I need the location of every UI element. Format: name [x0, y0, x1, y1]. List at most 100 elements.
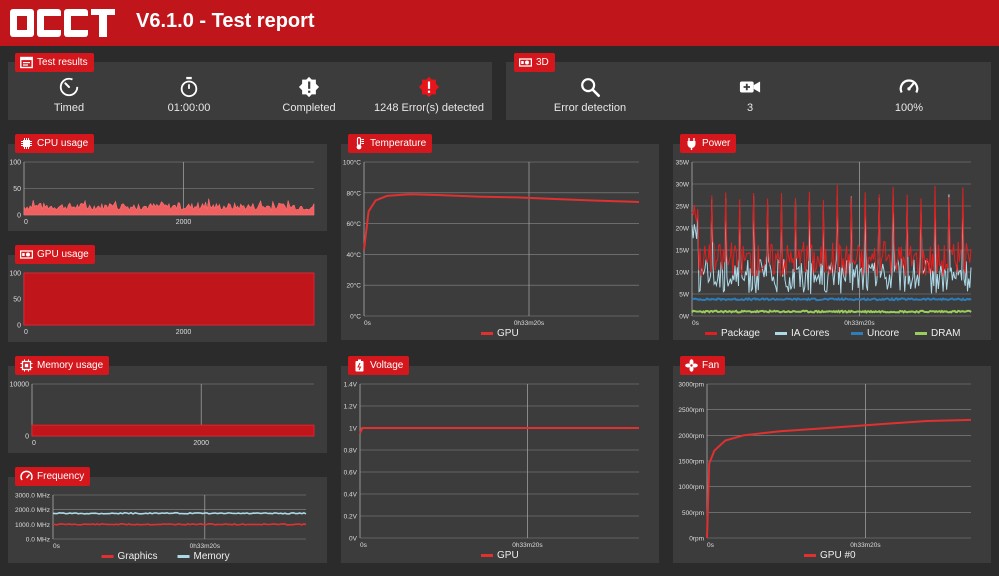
frequency-x-tick-label: 0h33m20s — [190, 543, 221, 550]
power-legend-label: IA Cores — [791, 328, 829, 339]
gpu-series-area — [23, 272, 315, 326]
temperature-x-tick-label: 0s — [364, 320, 372, 327]
power-legend-label: Uncore — [867, 328, 900, 339]
power-legend-swatch — [851, 332, 863, 335]
frequency-y-tick-label: 3000.0 MHz — [15, 493, 50, 500]
temperature-y-tick-label: 80°C — [346, 189, 361, 197]
memory-y-tick-label: 10000 — [10, 382, 30, 389]
stat-mode-label: Timed — [53, 102, 85, 114]
power-y-tick-label: 35W — [676, 160, 690, 167]
temperature-legend-label: GPU — [497, 328, 519, 339]
tag-cpu-usage-label: CPU usage — [37, 138, 89, 149]
timer-icon — [59, 77, 79, 97]
power-y-tick-label: 15W — [676, 248, 690, 255]
tag-memory-usage-label: Memory usage — [37, 360, 104, 371]
voltage-series-line — [359, 427, 639, 434]
stat-mode-3d: Error detection — [525, 76, 655, 114]
temperature-chart: 100°C 80°C 60°C 40°C 20°C 0°C0s 0h33m20sGPU — [343, 159, 640, 339]
memory-usage-panel: 10000 0 0 2000 — [8, 366, 327, 453]
memory-usage-chart: 10000 00 2000 — [10, 382, 315, 447]
tag-memory-usage: Memory usage — [15, 356, 110, 375]
power-x-tick-label: 0s — [692, 320, 700, 327]
fan-icon — [685, 359, 698, 372]
tag-test-results-label: Test results — [37, 57, 88, 68]
voltage-legend-label: GPU — [497, 550, 519, 561]
frequency-icon — [20, 470, 33, 481]
fan-y-tick-label: 1500rpm — [678, 459, 704, 466]
temperature-panel: 100°C 80°C 60°C 40°C 20°C 0°C 0s 0h33m20s GPU — [341, 144, 659, 340]
memory-icon — [20, 359, 33, 372]
voltage-y-tick-label: 1.2V — [344, 404, 358, 411]
fan-legend-label: GPU #0 — [820, 550, 856, 561]
power-legend-swatch — [915, 332, 927, 335]
cpu-y-tick-label: 50 — [13, 186, 21, 193]
stat-shader-label: 3 — [746, 102, 754, 114]
power-y-tick-label: 20W — [676, 226, 690, 233]
voltage-chart: 1.4V 1.2V 1V 0.8V 0.6V 0.4V 0.2V 0V0s 0h33m20sGP… — [344, 382, 639, 561]
memory-y-tick-label: 0 — [25, 434, 29, 441]
cpu-x-tick-label: 0 — [24, 219, 28, 226]
power-legend-label: Package — [721, 328, 760, 339]
report-icon — [20, 56, 33, 69]
gauge-icon — [899, 79, 919, 94]
power-y-tick-label: 5W — [679, 292, 690, 299]
power-chart: 35W 30W 25W 20W 15W 10W 5W 0W0s 0h33m20s Package I… — [676, 160, 972, 339]
fan-panel: 3000rpm 2500rpm 2000rpm 1500rpm 1000rpm 500rp… — [673, 366, 991, 563]
power-y-tick-label: 25W — [676, 204, 690, 211]
voltage-x-tick-label: 0s — [360, 542, 368, 549]
plug-icon — [687, 138, 696, 150]
voltage-x-tick-label: 0h33m20s — [512, 542, 543, 549]
tag-power-label: Power — [702, 138, 731, 149]
frequency-x-tick-label: 0s — [53, 543, 61, 550]
frequency-y-tick-label: 2000.0 MHz — [15, 507, 50, 514]
frequency-legend-swatch — [101, 555, 114, 558]
gpu-icon — [519, 58, 532, 67]
voltage-y-tick-label: 0.2V — [344, 514, 358, 521]
power-x-tick-label: 0h33m20s — [844, 320, 875, 327]
tag-power: Power — [680, 134, 737, 153]
temperature-y-tick-label: 40°C — [346, 251, 361, 259]
cpu-icon — [21, 138, 32, 149]
temperature-legend-swatch — [481, 332, 493, 335]
power-legend-label: DRAM — [931, 328, 960, 339]
occt-logo — [10, 9, 115, 37]
tag-voltage-label: Voltage — [370, 360, 404, 371]
voltage-y-tick-label: 1V — [349, 426, 358, 433]
power-series-ia-cores — [691, 194, 972, 294]
frequency-y-tick-label: 1000.0 MHz — [15, 522, 50, 529]
thermometer-icon — [356, 137, 364, 150]
tag-3d-label: 3D — [536, 57, 549, 68]
fan-y-tick-label: 500rpm — [682, 510, 704, 517]
video-camera-icon — [739, 81, 761, 93]
stopwatch-icon — [180, 76, 198, 98]
frequency-legend-label: Memory — [194, 551, 230, 562]
fan-y-tick-label: 2500rpm — [678, 407, 704, 414]
gpu-usage-panel: 100 50 0 0 2000 — [8, 255, 327, 342]
voltage-panel: 1.4V 1.2V 1V 0.8V 0.6V 0.4V 0.2V 0V 0s 0h33m20s GP… — [341, 366, 659, 563]
temperature-series-line — [363, 193, 640, 250]
frequency-y-tick-label: 0.0 MHz — [26, 537, 50, 544]
gpu-x-tick-label: 2000 — [176, 329, 192, 336]
report-title: V6.1.0 - Test report — [136, 10, 315, 32]
stat-shader: 3 — [685, 76, 815, 114]
memory-x-tick-label: 2000 — [193, 440, 209, 447]
gpu-y-tick-label: 100 — [9, 271, 21, 278]
gpu-y-tick-label: 50 — [13, 297, 21, 304]
temperature-x-tick-label: 0h33m20s — [514, 320, 545, 327]
tag-temperature: Temperature — [348, 134, 433, 153]
frequency-series-graphics — [52, 522, 307, 526]
stat-mode-3d-label: Error detection — [553, 102, 627, 114]
power-y-tick-label: 0W — [679, 314, 690, 321]
memory-x-tick-label: 0 — [32, 440, 36, 447]
tag-fan-label: Fan — [702, 360, 720, 371]
voltage-y-tick-label: 0.4V — [344, 492, 358, 499]
tag-frequency-label: Frequency — [37, 471, 85, 482]
fan-y-tick-label: 2000rpm — [678, 433, 704, 440]
app-header: V6.1.0 - Test report — [0, 0, 999, 46]
stat-errors-label: 1248 Error(s) detected — [373, 102, 485, 114]
cpu-usage-chart: 100 50 00 2000 — [9, 160, 315, 226]
voltage-y-tick-label: 0V — [349, 536, 358, 543]
frequency-series-memory — [52, 511, 307, 515]
completed-badge-icon — [298, 76, 320, 98]
cpu-y-tick-label: 100 — [9, 160, 21, 167]
